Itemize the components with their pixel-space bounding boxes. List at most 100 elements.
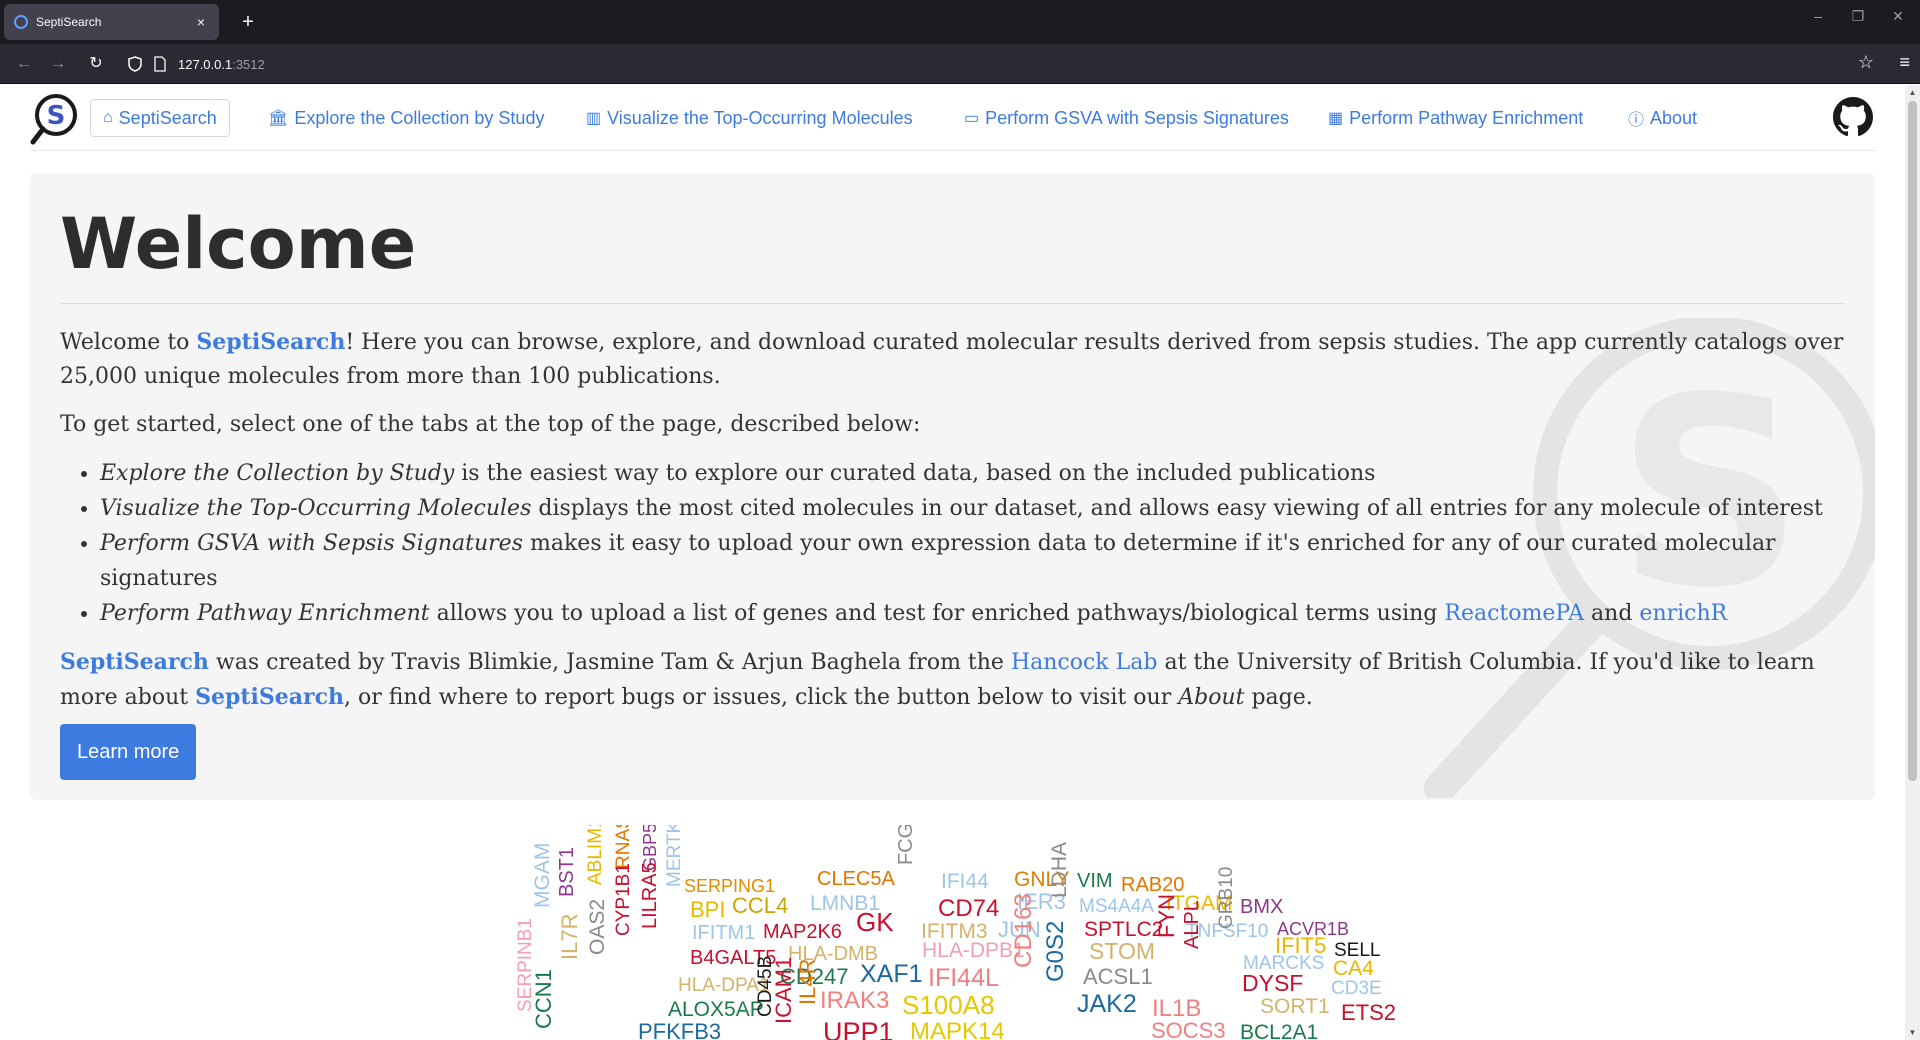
word-cloud-term[interactable]: IFI44L <box>928 966 999 991</box>
scroll-thumb[interactable] <box>1908 101 1917 781</box>
page-icon <box>154 56 166 72</box>
word-cloud-term[interactable]: CD3E <box>1331 979 1382 998</box>
list-item-title: Explore the Collection by Study <box>100 461 455 486</box>
tab-pathway-enrichment[interactable]: ▦ Perform Pathway Enrichment <box>1316 99 1595 137</box>
word-cloud-term[interactable]: FYN <box>1154 894 1179 938</box>
word-cloud-term[interactable]: FCGR1A <box>895 825 917 865</box>
shield-icon <box>128 56 142 72</box>
enrichr-link[interactable]: enrichR <box>1639 601 1727 626</box>
word-cloud-term[interactable]: SOCS3 <box>1151 1020 1226 1040</box>
word-cloud-term[interactable]: CYP1B1 <box>613 863 634 936</box>
word-cloud-term[interactable]: ICAM1 <box>771 957 796 1024</box>
restore-icon[interactable]: ❐ <box>1838 8 1878 25</box>
word-cloud-term[interactable]: MAP2K6 <box>763 922 842 942</box>
word-cloud-term[interactable]: UPP1 <box>823 1019 894 1040</box>
word-cloud-term[interactable]: IFITM1 <box>692 923 755 943</box>
word-cloud-term[interactable]: ALPL <box>1181 900 1203 949</box>
word-cloud-term[interactable]: MAPK14 <box>910 1020 1005 1040</box>
tab-explore-collection[interactable]: 🏛 Explore the Collection by Study <box>256 99 556 137</box>
word-cloud-term[interactable]: CLEC5A <box>817 869 895 889</box>
word-cloud-term[interactable]: JAK2 <box>1077 992 1137 1017</box>
tab-septisearch[interactable]: ⌂ SeptiSearch <box>90 99 230 137</box>
septisearch-link[interactable]: SeptiSearch <box>60 649 209 675</box>
scroll-down-icon[interactable]: ▼ <box>1905 1025 1920 1040</box>
word-cloud-term[interactable]: IFI44 <box>941 871 989 892</box>
forward-arrow-icon[interactable]: → <box>46 52 70 76</box>
septisearch-link[interactable]: SeptiSearch <box>196 329 345 355</box>
word-cloud-term[interactable]: MS4A4A <box>1079 897 1154 916</box>
word-cloud-term[interactable]: GRB10 <box>1216 867 1237 929</box>
github-icon[interactable] <box>1833 97 1873 137</box>
url-bar[interactable]: 127.0.0.1:3512 <box>124 50 1844 78</box>
tab-visualize-label: Visualize the Top-Occurring Molecules <box>607 107 913 128</box>
scrollbar[interactable]: ▲ ▼ <box>1905 85 1920 1040</box>
word-cloud-term[interactable]: G0S2 <box>1042 921 1069 982</box>
browser-titlebar: SeptiSearch × + – ❐ ✕ <box>0 0 1920 44</box>
word-cloud-term[interactable]: SPTLC2 <box>1084 919 1163 940</box>
word-cloud-term[interactable]: BMX <box>1240 897 1283 917</box>
calculator-icon: ▦ <box>1328 110 1344 127</box>
scroll-up-icon[interactable]: ▲ <box>1905 85 1920 100</box>
word-cloud-term[interactable]: CA4 <box>1333 958 1374 979</box>
learn-more-button[interactable]: Learn more <box>60 724 197 780</box>
reload-icon[interactable]: ↻ <box>84 52 108 76</box>
page-title: Welcome <box>60 203 417 285</box>
browser-tab[interactable]: SeptiSearch × <box>4 4 219 40</box>
word-cloud-term[interactable]: ABLIM1 <box>585 825 606 885</box>
word-cloud-term[interactable]: OAS2 <box>586 899 609 955</box>
url-port: :3512 <box>232 56 265 72</box>
word-cloud-term[interactable]: BCL2A1 <box>1240 1022 1318 1040</box>
back-arrow-icon[interactable]: ← <box>12 52 36 76</box>
list-item-text: displays the most cited molecules in our… <box>531 496 1823 521</box>
credits-text: page. <box>1244 685 1313 710</box>
intro-text: Welcome to <box>60 330 197 355</box>
list-item: Perform GSVA with Sepsis Signatures make… <box>100 526 1850 596</box>
divider <box>60 303 1845 304</box>
word-cloud-term[interactable]: CD74 <box>938 897 999 921</box>
septisearch-favicon-icon <box>14 15 28 29</box>
word-cloud-term[interactable]: ACSL1 <box>1083 966 1153 988</box>
reactomepa-link[interactable]: ReactomePA <box>1444 601 1584 626</box>
minimize-icon[interactable]: – <box>1798 8 1838 24</box>
word-cloud-term[interactable]: IL4R <box>795 959 820 1005</box>
bookmark-star-icon[interactable]: ☆ <box>1858 52 1874 73</box>
word-cloud-term[interactable]: CCN1 <box>531 969 556 1029</box>
word-cloud-term[interactable]: DYSF <box>1242 972 1303 995</box>
word-cloud-term[interactable]: S100A8 <box>902 992 995 1018</box>
word-cloud-term[interactable]: GK <box>856 909 894 935</box>
word-cloud-term[interactable]: CD163 <box>1010 893 1037 968</box>
word-cloud-term[interactable]: PFKFB3 <box>638 1021 721 1040</box>
word-cloud-term[interactable]: LDHA <box>1048 842 1071 898</box>
septisearch-link[interactable]: SeptiSearch <box>195 684 344 710</box>
word-cloud-term[interactable]: BPI <box>690 899 725 921</box>
word-cloud-term[interactable]: XAF1 <box>860 962 923 987</box>
tab-perform-gsva[interactable]: ▭ Perform GSVA with Sepsis Signatures <box>952 99 1301 137</box>
word-cloud-term[interactable]: ALOX5AP <box>668 999 764 1020</box>
tab-about[interactable]: ⓘ About <box>1616 99 1709 137</box>
word-cloud-term[interactable]: STOM <box>1089 940 1155 963</box>
app-navbar: S ⌂ SeptiSearch 🏛 Explore the Collection… <box>30 85 1875 151</box>
word-cloud-term[interactable]: SORT1 <box>1260 996 1330 1017</box>
svg-text:S: S <box>47 101 66 131</box>
septisearch-logo[interactable]: S <box>30 93 80 145</box>
word-cloud-term[interactable]: ETS2 <box>1341 1002 1396 1024</box>
word-cloud-term[interactable]: IL7R <box>557 914 582 960</box>
word-cloud-term[interactable]: BST1 <box>556 847 578 897</box>
word-cloud-term[interactable]: CCL4 <box>732 895 788 917</box>
tab-descriptions-list: Explore the Collection by Study is the e… <box>100 456 1850 631</box>
hamburger-menu-icon[interactable]: ≡ <box>1899 52 1910 73</box>
word-cloud-term[interactable]: MERTK <box>664 825 685 887</box>
word-cloud-term[interactable]: LILRA5 <box>639 862 661 929</box>
window-close-icon[interactable]: ✕ <box>1878 8 1918 25</box>
word-cloud-term[interactable]: MGAM <box>531 843 554 908</box>
home-icon: ⌂ <box>103 109 113 126</box>
tab-pathway-label: Perform Pathway Enrichment <box>1349 107 1584 128</box>
word-cloud-term[interactable]: VIM <box>1077 871 1113 891</box>
institution-icon: 🏛 <box>268 110 289 127</box>
welcome-content: Welcome to SeptiSearch! Here you can bro… <box>60 325 1850 729</box>
new-tab-button[interactable]: + <box>234 8 262 36</box>
tab-visualize-molecules[interactable]: ▥ Visualize the Top-Occurring Molecules <box>574 99 925 137</box>
hancock-lab-link[interactable]: Hancock Lab <box>1011 650 1158 675</box>
word-cloud-term[interactable]: IRAK3 <box>820 989 889 1013</box>
close-tab-icon[interactable]: × <box>193 14 209 30</box>
